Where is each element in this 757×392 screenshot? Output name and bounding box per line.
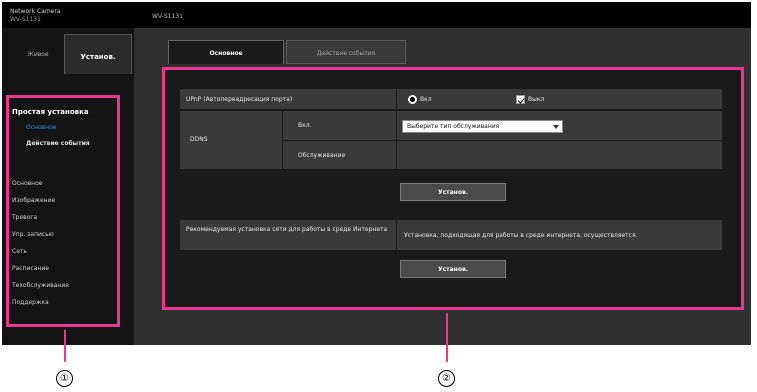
top-header: Network Camera WV-S1131 WV-S1131	[2, 2, 751, 28]
ddns-service-value: Выберите тип обслуживания	[407, 123, 500, 130]
menu-item-basic[interactable]: Основное	[12, 180, 42, 187]
ddns-label: DDNS	[190, 136, 208, 143]
tab-setup[interactable]: Установ.	[64, 34, 132, 74]
callout-2: ②	[438, 370, 455, 387]
brand-name: Network Camera	[10, 8, 61, 15]
menu-section-easy-setup[interactable]: Простая установка	[12, 108, 89, 116]
menu-item-basic-active[interactable]: Основное	[26, 124, 56, 131]
upnp-on-label: Вкл	[420, 96, 432, 103]
model-name: WV-S1131	[152, 13, 183, 20]
callout-1: ①	[56, 370, 73, 387]
menu-item-network[interactable]: Сеть	[12, 248, 27, 255]
upnp-off-checkbox[interactable]	[516, 95, 525, 104]
tab-basic[interactable]: Основное	[168, 40, 284, 64]
upnp-label: UPnP (Автопереадресация порта)	[186, 96, 293, 103]
brand-model: WV-S1131	[10, 16, 41, 23]
recommend-value: Установка, подходящая для работы в среде…	[404, 232, 638, 239]
chevron-down-icon	[553, 125, 559, 129]
menu-item-recording[interactable]: Упр. записью	[12, 231, 54, 238]
callout-2-leader	[446, 313, 448, 362]
ddns-divider-mid	[282, 140, 722, 141]
tab-action-event[interactable]: Действие события	[286, 40, 406, 64]
menu-item-image[interactable]: Изображение	[12, 197, 55, 204]
menu-item-action-event[interactable]: Действие события	[26, 140, 90, 147]
recommend-label: Рекомендуемая установка сети для работы …	[186, 226, 388, 233]
menu-item-support[interactable]: Поддержка	[12, 299, 49, 306]
menu-item-schedule[interactable]: Расписание	[12, 265, 49, 272]
menu-item-maintenance[interactable]: Техобслуживание	[12, 282, 69, 289]
setup-menu-highlight	[6, 95, 120, 327]
tab-live[interactable]: Живое	[12, 34, 64, 74]
menu-item-alarm[interactable]: Тревога	[12, 214, 37, 221]
recommend-divider	[396, 220, 397, 250]
ddns-service-select[interactable]: Выберите тип обслуживания	[402, 120, 563, 133]
set-button-2[interactable]: Установ.	[400, 260, 506, 278]
ddns-service-label: Вкл.	[298, 122, 312, 129]
ddns-maintenance-label: Обслуживание	[298, 152, 346, 159]
set-button-1[interactable]: Установ.	[400, 183, 506, 201]
row-divider	[396, 89, 397, 109]
upnp-on-radio[interactable]	[408, 95, 417, 104]
callout-1-leader	[64, 330, 66, 362]
upnp-off-label: Выкл	[528, 96, 545, 103]
